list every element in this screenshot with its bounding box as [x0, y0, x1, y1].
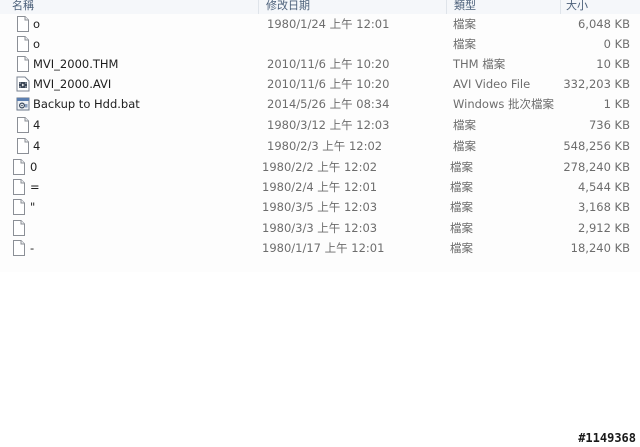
file-date-modified: 2010/11/6 上午 10:20 — [267, 77, 390, 91]
file-type: 檔案 — [453, 17, 476, 31]
column-header-type[interactable]: 類型 — [450, 0, 476, 14]
file-row[interactable]: 4 1980/2/3 上午 12:02 檔案 548,256 KB — [0, 136, 640, 156]
file-name: " — [30, 200, 36, 214]
file-size: 548,256 KB — [563, 139, 630, 153]
file-size: 3,168 KB — [577, 200, 630, 214]
file-date-modified: 1980/3/3 上午 12:03 — [262, 221, 378, 235]
file-date-modified: 1980/2/4 上午 12:01 — [262, 180, 378, 194]
file-size: 278,240 KB — [563, 160, 630, 174]
column-divider[interactable] — [560, 0, 561, 14]
file-row[interactable]: - 1980/1/17 上午 12:01 檔案 18,240 KB — [0, 238, 640, 258]
file-date-modified: 1980/3/5 上午 12:03 — [262, 200, 378, 214]
file-name: o — [33, 17, 41, 31]
file-name: MVI_2000.AVI — [33, 77, 112, 91]
blank-file-icon — [12, 220, 26, 236]
file-size: 736 KB — [588, 118, 630, 132]
blank-file-icon — [16, 36, 30, 52]
file-name: 0 — [30, 160, 38, 174]
file-date-modified: 1980/2/2 上午 12:02 — [262, 160, 378, 174]
column-divider[interactable] — [258, 0, 259, 14]
file-row[interactable]: 4 1980/3/12 上午 12:03 檔案 736 KB — [0, 115, 640, 135]
file-size: 18,240 KB — [570, 241, 630, 255]
blank-file-icon — [16, 138, 30, 154]
file-size: 10 KB — [596, 57, 630, 71]
file-type: AVI Video File — [453, 77, 531, 91]
file-name: Backup to Hdd.bat — [33, 97, 140, 111]
file-row[interactable]: 0 1980/2/2 上午 12:02 檔案 278,240 KB — [0, 157, 640, 177]
file-size: 6,048 KB — [577, 17, 630, 31]
file-date-modified: 2014/5/26 上午 08:34 — [267, 97, 390, 111]
file-type: 檔案 — [453, 118, 476, 132]
blank-file-icon — [16, 16, 30, 32]
column-header-size[interactable]: 大小 — [562, 0, 588, 14]
file-type: 檔案 — [450, 180, 473, 194]
file-size: 0 KB — [603, 37, 630, 51]
file-row[interactable]: MVI_2000.THM 2010/11/6 上午 10:20 THM 檔案 10 K… — [0, 54, 640, 74]
file-type: 檔案 — [453, 37, 476, 51]
blank-file-icon — [12, 240, 26, 256]
file-row[interactable]: MVI_2000.AVI 2010/11/6 上午 10:20 AVI Video … — [0, 74, 640, 94]
blank-file-icon — [12, 159, 26, 175]
file-type: 檔案 — [450, 160, 473, 174]
file-name: 4 — [33, 139, 41, 153]
file-date-modified: 1980/3/12 上午 12:03 — [267, 118, 390, 132]
file-size: 1 KB — [603, 97, 630, 111]
file-type: 檔案 — [450, 200, 473, 214]
file-size: 332,203 KB — [563, 77, 630, 91]
file-name: - — [30, 241, 35, 255]
file-row[interactable]: = 1980/2/4 上午 12:01 檔案 4,544 KB — [0, 177, 640, 197]
file-name: 4 — [33, 118, 41, 132]
blank-file-icon — [12, 179, 26, 195]
file-date-modified: 2010/11/6 上午 10:20 — [267, 57, 390, 71]
column-header-date[interactable]: 修改日期 — [262, 0, 310, 14]
file-name: = — [30, 180, 40, 194]
file-row[interactable]: " 1980/3/5 上午 12:03 檔案 3,168 KB — [0, 197, 640, 217]
file-date-modified: 1980/1/24 上午 12:01 — [267, 17, 390, 31]
file-date-modified: 1980/2/3 上午 12:02 — [267, 139, 383, 153]
file-type: THM 檔案 — [453, 57, 506, 71]
batch-file-icon — [16, 96, 30, 112]
file-row[interactable]: o 1980/1/24 上午 12:01 檔案 6,048 KB — [0, 14, 640, 34]
column-divider[interactable] — [446, 0, 447, 14]
watermark: #1149368 — [578, 431, 636, 445]
blank-file-icon — [16, 117, 30, 133]
blank-file-icon — [16, 56, 30, 72]
file-name: MVI_2000.THM — [33, 57, 119, 71]
file-size: 2,912 KB — [577, 221, 630, 235]
file-size: 4,544 KB — [577, 180, 630, 194]
file-type: 檔案 — [450, 221, 473, 235]
blank-file-icon — [12, 199, 26, 215]
file-row[interactable]: 1980/3/3 上午 12:03 檔案 2,912 KB — [0, 218, 640, 238]
file-row[interactable]: o 檔案 0 KB — [0, 34, 640, 54]
file-list: o 1980/1/24 上午 12:01 檔案 6,048 KB o 檔案 0 KB MVI_… — [0, 14, 640, 272]
file-type: 檔案 — [450, 241, 473, 255]
column-header-bar: 名稱 修改日期 類型 大小 — [0, 0, 640, 15]
file-name: o — [33, 37, 41, 51]
column-header-name[interactable]: 名稱 — [8, 0, 34, 14]
file-type: 檔案 — [453, 139, 476, 153]
video-file-icon — [16, 76, 30, 92]
file-row[interactable]: Backup to Hdd.bat 2014/5/26 上午 08:34 Windo… — [0, 94, 640, 114]
file-date-modified: 1980/1/17 上午 12:01 — [262, 241, 385, 255]
